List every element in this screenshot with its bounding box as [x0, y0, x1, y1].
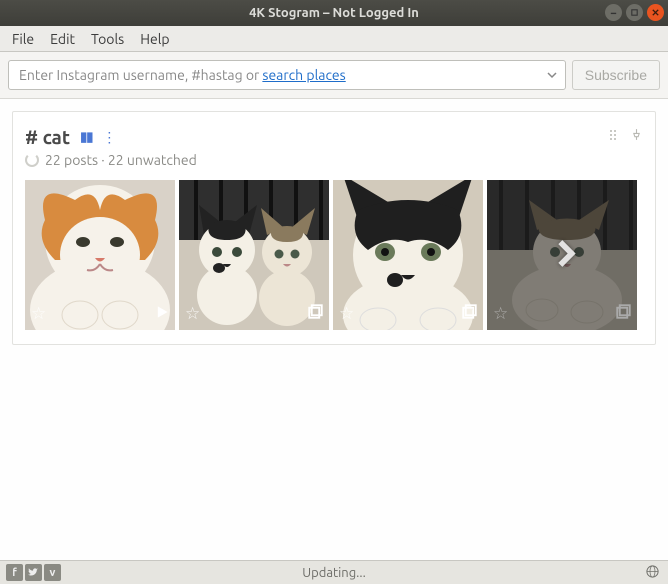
next-arrow-button[interactable] — [549, 237, 583, 274]
subscription-title: # cat — [25, 126, 70, 148]
statusbar: f v Updating... — [0, 560, 668, 584]
card-header: # cat ▮▮ ⋮ — [25, 126, 643, 148]
search-placeholder-text: Enter Instagram username, #hastag or — [19, 67, 259, 83]
subscription-subtext: 22 posts · 22 unwatched — [25, 152, 643, 168]
close-button[interactable] — [647, 4, 664, 21]
thumbnail-item[interactable]: ☆ — [25, 180, 175, 330]
maximize-button[interactable] — [626, 4, 643, 21]
star-icon[interactable]: ☆ — [31, 304, 46, 324]
content-area: # cat ▮▮ ⋮ 22 posts · 22 unwatched — [0, 99, 668, 560]
window-controls — [605, 4, 664, 21]
status-text: Updating... — [302, 566, 366, 580]
thumbnail-row: ☆ — [25, 180, 643, 330]
minimize-button[interactable] — [605, 4, 622, 21]
social-links: f v — [6, 564, 61, 581]
vimeo-icon[interactable]: v — [44, 564, 61, 581]
multi-image-icon — [308, 304, 323, 322]
loading-spinner-icon — [25, 153, 39, 167]
subscribe-button[interactable]: Subscribe — [572, 60, 660, 90]
chevron-down-icon[interactable] — [547, 67, 557, 83]
search-row: Enter Instagram username, #hastag or sea… — [0, 52, 668, 99]
drag-handle-icon[interactable] — [608, 128, 620, 144]
search-input[interactable]: Enter Instagram username, #hastag or sea… — [8, 60, 566, 90]
facebook-icon[interactable]: f — [6, 564, 23, 581]
menu-help[interactable]: Help — [132, 28, 177, 50]
star-icon[interactable]: ☆ — [185, 304, 200, 324]
subscription-card: # cat ▮▮ ⋮ 22 posts · 22 unwatched — [12, 111, 656, 345]
cat-image — [333, 180, 483, 330]
window-titlebar: 4K Stogram – Not Logged In — [0, 0, 668, 26]
menu-edit[interactable]: Edit — [42, 28, 83, 50]
star-icon[interactable]: ☆ — [339, 304, 354, 324]
search-places-link[interactable]: search places — [262, 67, 345, 83]
menu-tools[interactable]: Tools — [83, 28, 132, 50]
kebab-menu-icon[interactable]: ⋮ — [102, 129, 116, 146]
star-icon[interactable]: ☆ — [493, 304, 508, 324]
globe-icon[interactable] — [645, 564, 660, 582]
play-icon — [155, 305, 169, 322]
menubar: File Edit Tools Help — [0, 26, 668, 52]
cat-image — [179, 180, 329, 330]
thumbnail-item[interactable]: ☆ — [333, 180, 483, 330]
pause-icon[interactable]: ▮▮ — [80, 130, 92, 145]
multi-image-icon — [462, 304, 477, 322]
thumbnail-item[interactable]: ☆ — [179, 180, 329, 330]
window-title: 4K Stogram – Not Logged In — [0, 6, 668, 20]
cat-image — [25, 180, 175, 330]
menu-file[interactable]: File — [4, 28, 42, 50]
multi-image-icon — [616, 304, 631, 322]
pin-icon[interactable] — [630, 128, 643, 144]
twitter-icon[interactable] — [25, 564, 42, 581]
posts-count-text: 22 posts · 22 unwatched — [45, 152, 197, 168]
